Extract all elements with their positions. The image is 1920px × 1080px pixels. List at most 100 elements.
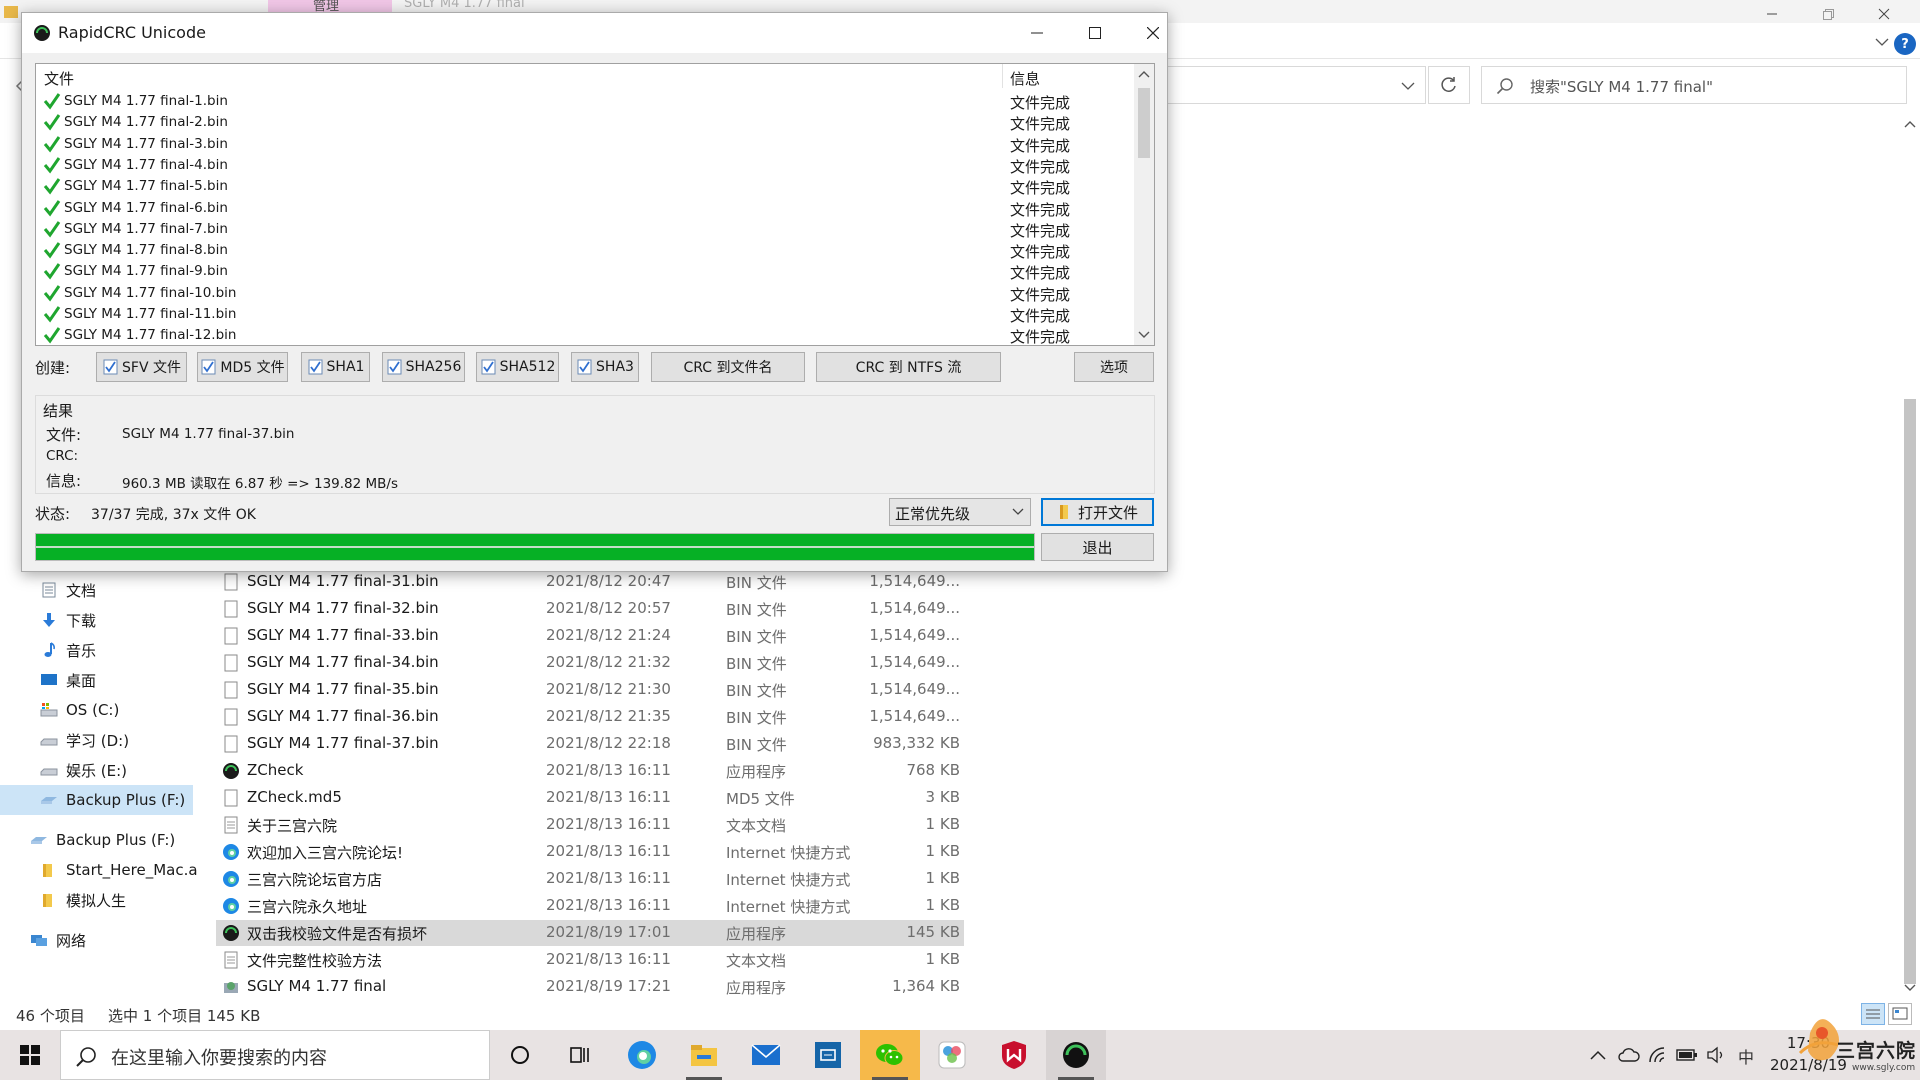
taskbar-rapidcrc[interactable] [1046, 1030, 1106, 1080]
nav-item-start-here-mac[interactable]: Start_Here_Mac.a [40, 857, 198, 883]
watermark-url: www.sgly.com [1852, 1063, 1916, 1073]
checksum-row[interactable]: SGLY M4 1.77 final-2.bin 文件完成 [36, 112, 1136, 133]
priority-select[interactable]: 正常优先级 [889, 498, 1031, 526]
checksum-row[interactable]: SGLY M4 1.77 final-3.bin 文件完成 [36, 134, 1136, 155]
wifi-icon[interactable] [1648, 1046, 1668, 1064]
taskbar-search-box[interactable]: 在这里输入你要搜索的内容 [60, 1030, 490, 1080]
scroll-down-arrow-icon[interactable] [1138, 331, 1150, 339]
open-files-button[interactable]: 打开文件 [1041, 498, 1154, 526]
scrollbar-thumb[interactable] [1138, 88, 1150, 158]
file-row[interactable]: SGLY M4 1.77 final-34.bin 2021/8/12 21:32… [216, 650, 964, 676]
file-row[interactable]: SGLY M4 1.77 final-37.bin 2021/8/12 22:18… [216, 731, 964, 757]
input-method-indicator[interactable]: 中 [1738, 1044, 1754, 1068]
rapidcrc-maximize-button[interactable] [1066, 13, 1124, 53]
checksum-list-scrollbar[interactable] [1134, 64, 1154, 345]
nav-item-network[interactable]: 网络 [30, 927, 86, 953]
nav-item-downloads[interactable]: 下载 [40, 607, 96, 633]
checksum-row[interactable]: SGLY M4 1.77 final-11.bin 文件完成 [36, 304, 1136, 325]
show-hidden-icons-chevron-icon[interactable] [1590, 1050, 1606, 1060]
checksum-row[interactable]: SGLY M4 1.77 final-6.bin 文件完成 [36, 198, 1136, 219]
file-row[interactable]: 三宫六院永久地址 2021/8/13 16:11 Internet 快捷方式 1 KB [216, 893, 964, 919]
file-row[interactable]: ZCheck.md5 2021/8/13 16:11 MD5 文件 3 KB [216, 785, 964, 811]
taskbar-app-blue[interactable] [798, 1030, 858, 1080]
checksum-row[interactable]: SGLY M4 1.77 final-12.bin 文件完成 [36, 325, 1136, 345]
start-button[interactable] [0, 1030, 60, 1080]
create-sha1-button[interactable]: SHA1 [301, 352, 370, 382]
file-row[interactable]: SGLY M4 1.77 final-33.bin 2021/8/12 21:24… [216, 623, 964, 649]
cortana-button[interactable] [490, 1030, 550, 1080]
ribbon-expand-chevron-icon[interactable] [1875, 37, 1889, 47]
create-sha3-button[interactable]: SHA3 [571, 352, 639, 382]
taskbar-app-pinwheel[interactable] [922, 1030, 982, 1080]
taskbar-file-explorer[interactable] [674, 1030, 734, 1080]
file-list-scrollbar[interactable] [1900, 114, 1920, 1000]
onedrive-cloud-icon[interactable] [1618, 1047, 1640, 1063]
nav-item-drive-d[interactable]: 学习 (D:) [40, 727, 129, 753]
crc-to-ntfs-stream-button[interactable]: CRC 到 NTFS 流 [816, 352, 1001, 382]
nav-item-label: Start_Here_Mac.a [66, 861, 198, 879]
nav-item-backup-plus-f-root[interactable]: Backup Plus (F:) [30, 827, 175, 853]
file-row[interactable]: 双击我校验文件是否有损坏 2021/8/19 17:01 应用程序 145 KB [216, 920, 964, 946]
checksum-row[interactable]: SGLY M4 1.77 final-1.bin 文件完成 [36, 91, 1136, 112]
file-row[interactable]: 欢迎加入三宫六院论坛! 2021/8/13 16:11 Internet 快捷方式 1… [216, 839, 964, 865]
checksum-row[interactable]: SGLY M4 1.77 final-5.bin 文件完成 [36, 176, 1136, 197]
create-sha512-button[interactable]: SHA512 [476, 352, 559, 382]
column-header-info[interactable]: 信息 [1010, 68, 1040, 89]
checksum-row[interactable]: SGLY M4 1.77 final-9.bin 文件完成 [36, 261, 1136, 282]
checksum-file-icon [308, 359, 323, 375]
checksum-row[interactable]: SGLY M4 1.77 final-8.bin 文件完成 [36, 240, 1136, 261]
taskbar-mcafee[interactable] [984, 1030, 1044, 1080]
battery-icon[interactable] [1676, 1048, 1698, 1062]
checksum-row[interactable]: SGLY M4 1.77 final-7.bin 文件完成 [36, 219, 1136, 240]
explorer-search-box[interactable]: 搜索"SGLY M4 1.77 final" [1481, 66, 1907, 104]
file-row[interactable]: 三宫六院论坛官方店 2021/8/13 16:11 Internet 快捷方式 1 K… [216, 866, 964, 892]
file-type: Internet 快捷方式 [726, 898, 851, 916]
taskbar-wechat[interactable] [860, 1030, 920, 1080]
address-dropdown-chevron-icon[interactable] [1401, 81, 1415, 91]
address-bar[interactable] [1166, 66, 1426, 104]
file-row[interactable]: SGLY M4 1.77 final-36.bin 2021/8/12 21:35… [216, 704, 964, 730]
create-sha256-button[interactable]: SHA256 [382, 352, 465, 382]
nav-item-backup-plus-f[interactable]: Backup Plus (F:) [0, 785, 193, 815]
taskbar-edge[interactable] [612, 1030, 672, 1080]
file-row[interactable]: SGLY M4 1.77 final-35.bin 2021/8/12 21:30… [216, 677, 964, 703]
scrollbar-thumb[interactable] [1904, 399, 1916, 984]
create-sfv-button[interactable]: SFV 文件 [96, 352, 187, 382]
file-row[interactable]: 关于三宫六院 2021/8/13 16:11 文本文档 1 KB [216, 812, 964, 838]
task-view-button[interactable] [550, 1030, 610, 1080]
wechat-icon [876, 1044, 904, 1066]
scroll-up-arrow-icon[interactable] [1138, 70, 1150, 78]
nav-item-documents[interactable]: 文档 [40, 577, 96, 603]
checksum-results-list[interactable]: 文件 信息 SGLY M4 1.77 final-1.bin 文件完成 SGLY M… [35, 63, 1155, 346]
refresh-button[interactable] [1428, 66, 1470, 104]
rapidcrc-close-button[interactable] [1124, 13, 1182, 53]
file-row[interactable]: SGLY M4 1.77 final 2021/8/19 17:21 应用程序 1,3… [216, 974, 964, 1000]
taskbar-mail[interactable] [736, 1030, 796, 1080]
exit-button[interactable]: 退出 [1041, 533, 1154, 561]
column-header-file[interactable]: 文件 [44, 68, 74, 89]
crc-to-filename-button[interactable]: CRC 到文件名 [651, 352, 805, 382]
close-icon [1147, 27, 1159, 39]
nav-item-music[interactable]: 音乐 [40, 637, 96, 663]
checksum-row[interactable]: SGLY M4 1.77 final-4.bin 文件完成 [36, 155, 1136, 176]
file-row[interactable]: ZCheck 2021/8/13 16:11 应用程序 768 KB [216, 758, 964, 784]
rapidcrc-minimize-button[interactable] [1008, 13, 1066, 53]
help-icon[interactable]: ? [1894, 33, 1916, 55]
checksum-row[interactable]: SGLY M4 1.77 final-10.bin 文件完成 [36, 283, 1136, 304]
file-date: 2021/8/12 21:24 [546, 626, 671, 644]
status-label: 状态: [35, 505, 71, 523]
nav-item-sims[interactable]: 模拟人生 [40, 887, 126, 913]
options-button[interactable]: 选项 [1074, 352, 1154, 382]
create-md5-button[interactable]: MD5 文件 [197, 352, 288, 382]
checksum-file-name: SGLY M4 1.77 final-2.bin [64, 114, 228, 131]
nav-item-drive-c[interactable]: OS (C:) [40, 697, 119, 723]
volume-icon[interactable] [1706, 1046, 1726, 1064]
file-row[interactable]: 文件完整性校验方法 2021/8/13 16:11 文本文档 1 KB [216, 947, 964, 973]
file-row[interactable]: SGLY M4 1.77 final-31.bin 2021/8/12 20:47… [216, 569, 964, 595]
nav-item-drive-e[interactable]: 娱乐 (E:) [40, 757, 127, 783]
scroll-down-arrow-icon[interactable] [1904, 984, 1916, 992]
scroll-up-arrow-icon[interactable] [1904, 120, 1916, 128]
nav-item-desktop[interactable]: 桌面 [40, 667, 96, 693]
file-row[interactable]: SGLY M4 1.77 final-32.bin 2021/8/12 20:57… [216, 596, 964, 622]
column-divider[interactable] [1002, 64, 1003, 88]
